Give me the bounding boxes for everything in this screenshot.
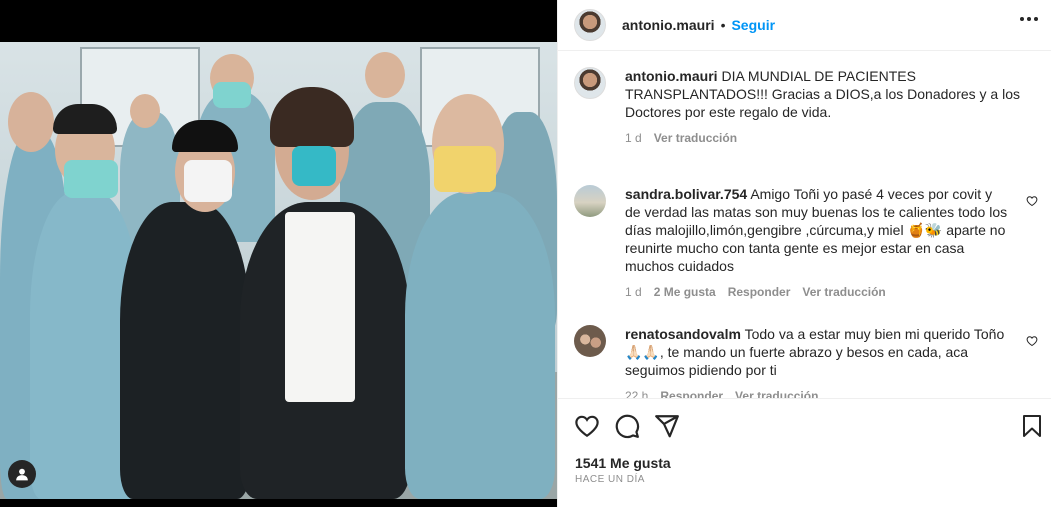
post-actions [558, 398, 1051, 450]
post-header: antonio.mauri • Seguir [558, 0, 1051, 51]
author-avatar[interactable] [574, 67, 606, 99]
photo-mask [64, 160, 118, 198]
comment-time[interactable]: 22 h [625, 387, 648, 398]
comment-likes[interactable]: 2 Me gusta [654, 283, 716, 301]
caption-username[interactable]: antonio.mauri [625, 68, 718, 84]
photo-head [365, 52, 405, 98]
author-username[interactable]: antonio.mauri [622, 17, 715, 33]
translate-link[interactable]: Ver traducción [735, 387, 818, 398]
commenter-avatar[interactable] [574, 325, 606, 357]
post-photo[interactable] [0, 42, 557, 499]
author-avatar[interactable] [574, 9, 606, 41]
photo-head [130, 94, 160, 128]
translate-link[interactable]: Ver traducción [802, 283, 885, 301]
photo-head [8, 92, 54, 152]
comment-username[interactable]: renatosandovalm [625, 326, 741, 342]
comment-heart-icon[interactable] [1026, 195, 1038, 207]
comment-icon[interactable] [614, 413, 640, 439]
comment-heart-icon[interactable] [1026, 335, 1038, 347]
comment-time[interactable]: 1 d [625, 283, 642, 301]
bookmark-icon[interactable] [1020, 413, 1044, 439]
separator-dot: • [720, 17, 726, 33]
heart-icon[interactable] [574, 413, 600, 439]
post-timestamp: HACE UN DÍA [575, 474, 645, 485]
photo-person [405, 192, 555, 499]
caption-translate-link[interactable]: Ver traducción [654, 129, 737, 147]
user-tag-icon[interactable] [8, 460, 36, 488]
photo-hair [53, 104, 117, 134]
comment-username[interactable]: sandra.bolivar.754 [625, 186, 747, 202]
likes-count[interactable]: 1541 Me gusta [575, 455, 671, 471]
photo-person [120, 202, 250, 499]
post-media[interactable] [0, 0, 557, 507]
photo-mask [213, 82, 251, 108]
follow-button[interactable]: Seguir [731, 17, 775, 33]
photo-mask [184, 160, 232, 202]
comments-list[interactable]: antonio.mauri DIA MUNDIAL DE PACIENTES T… [558, 52, 1051, 398]
photo-mask [434, 146, 496, 192]
commenter-avatar[interactable] [574, 185, 606, 217]
reply-button[interactable]: Responder [660, 387, 723, 398]
photo-mask [292, 146, 336, 186]
more-options-icon[interactable] [1020, 17, 1038, 21]
reply-button[interactable]: Responder [728, 283, 791, 301]
caption-time[interactable]: 1 d [625, 129, 642, 147]
send-icon[interactable] [654, 413, 680, 439]
post-sidebar: antonio.mauri • Seguir antonio.mauri DIA… [557, 0, 1051, 507]
photo-shirt [285, 212, 355, 402]
